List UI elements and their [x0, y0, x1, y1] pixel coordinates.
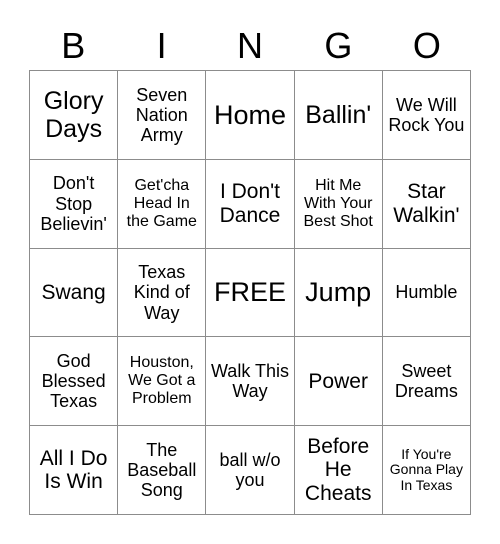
bingo-cell-label: Houston, We Got a Problem	[128, 354, 196, 408]
bingo-cell[interactable]: Seven Nation Army	[118, 71, 207, 160]
bingo-cell[interactable]: We Will Rock You	[382, 71, 471, 160]
bingo-cell[interactable]: Star Walkin'	[382, 159, 471, 249]
bingo-cell-label: Hit Me With Your Best Shot	[303, 176, 373, 230]
bingo-cell-label: The Baseball Song	[127, 439, 197, 501]
bingo-card: B I N G O Glory Days Seven Nation Army Hom…	[0, 0, 500, 544]
bingo-cell[interactable]: Don't Stop Believin'	[30, 159, 119, 249]
bingo-cell[interactable]: Houston, We Got a Problem	[118, 337, 207, 427]
bingo-cell-label: Jump	[305, 277, 372, 308]
bingo-cell[interactable]: Get'cha Head In the Game	[118, 159, 207, 249]
bingo-cell-label: Home	[213, 99, 286, 130]
bingo-cell[interactable]: FREE	[206, 248, 295, 338]
header-letter-n: N	[237, 25, 264, 66]
bingo-cell-label: FREE	[213, 277, 286, 308]
bingo-cell[interactable]: I Don't Dance	[206, 159, 295, 249]
bingo-cell-label: I Don't Dance	[219, 180, 281, 227]
bingo-cell[interactable]: Ballin'	[294, 71, 383, 160]
bingo-cell-label: Don't Stop Believin'	[40, 173, 107, 234]
bingo-cell[interactable]: Before He Cheats	[294, 426, 383, 515]
bingo-cell-label: Sweet Dreams	[394, 361, 458, 402]
bingo-cell[interactable]: Texas Kind of Way	[118, 248, 207, 338]
bingo-cell-label: Swang	[41, 280, 106, 304]
bingo-cell[interactable]: Jump	[294, 248, 383, 338]
bingo-cell-label: Ballin'	[305, 100, 372, 129]
bingo-cell[interactable]: Walk This Way	[206, 337, 295, 427]
bingo-cell-label: Glory Days	[43, 86, 104, 143]
bingo-cell-label: We Will Rock You	[388, 94, 465, 135]
header-letter-g: G	[324, 25, 353, 66]
bingo-cell-label: Seven Nation Army	[135, 84, 188, 145]
bingo-header: B I N G O	[29, 22, 471, 70]
bingo-cell-label: God Blessed Texas	[41, 351, 106, 412]
bingo-cell-label: All I Do Is Win	[39, 446, 108, 494]
bingo-cell[interactable]: If You're Gonna Play In Texas	[382, 426, 471, 515]
bingo-cell-label: Get'cha Head In the Game	[126, 176, 197, 230]
bingo-cell-label: Walk This Way	[210, 361, 289, 402]
bingo-cell[interactable]: Power	[294, 337, 383, 427]
header-letter-o: O	[412, 25, 441, 66]
bingo-cell-label: Power	[308, 369, 368, 393]
bingo-cell-label: Humble	[395, 282, 458, 303]
bingo-cell[interactable]: Hit Me With Your Best Shot	[294, 159, 383, 249]
bingo-cell-label: Before He Cheats	[304, 434, 372, 505]
bingo-cell-label: Texas Kind of Way	[133, 262, 190, 323]
bingo-cell[interactable]: The Baseball Song	[118, 426, 207, 515]
bingo-cell[interactable]: Swang	[30, 248, 119, 338]
bingo-grid: Glory Days Seven Nation Army Home Ballin' We…	[29, 70, 471, 515]
bingo-cell[interactable]: Humble	[382, 248, 471, 338]
bingo-cell[interactable]: Sweet Dreams	[382, 337, 471, 427]
header-letter-b: B	[61, 25, 86, 66]
bingo-cell[interactable]: All I Do Is Win	[30, 426, 119, 515]
bingo-cell-label: ball w/o you	[219, 449, 281, 491]
bingo-cell-label: Star Walkin'	[393, 180, 460, 227]
bingo-cell[interactable]: Glory Days	[30, 71, 119, 160]
bingo-cell[interactable]: Home	[206, 71, 295, 160]
bingo-cell[interactable]: ball w/o you	[206, 426, 295, 515]
header-letter-i: I	[156, 25, 167, 66]
bingo-cell-label: If You're Gonna Play In Texas	[389, 445, 463, 493]
bingo-cell[interactable]: God Blessed Texas	[30, 337, 119, 427]
